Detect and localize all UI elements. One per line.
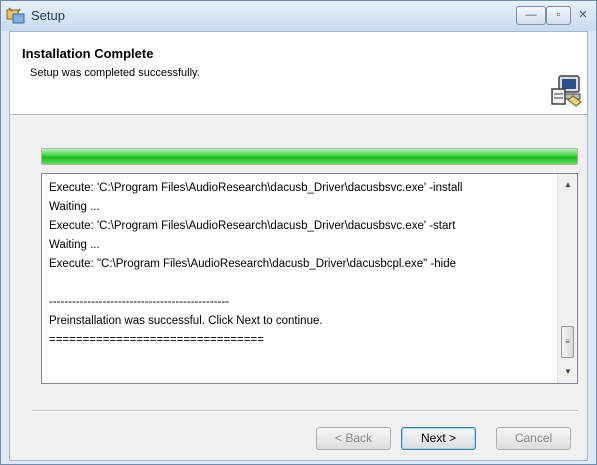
log-vertical-scrollbar[interactable]: ▲ ≡ ▼ xyxy=(557,174,577,383)
scroll-up-arrow-icon[interactable]: ▲ xyxy=(558,176,577,194)
scroll-thumb[interactable]: ≡ xyxy=(561,326,574,358)
progress-fill xyxy=(42,149,577,164)
cancel-button[interactable]: Cancel xyxy=(496,427,571,450)
install-log-list[interactable]: Execute: 'C:\Program Files\AudioResearch… xyxy=(41,173,578,384)
setup-window: Setup — ▫ ✕ Installation Complete Setup … xyxy=(0,0,597,465)
wizard-header: Installation Complete Setup was complete… xyxy=(10,32,587,115)
back-button[interactable]: < Back xyxy=(316,427,391,450)
page-subtitle: Setup was completed successfully. xyxy=(30,67,200,79)
log-line: Execute: 'C:\Program Files\AudioResearch… xyxy=(49,182,463,194)
button-area-divider xyxy=(32,410,578,412)
log-line: ================================ xyxy=(49,334,264,346)
install-progress-bar xyxy=(41,148,578,165)
log-line: Preinstallation was successful. Click Ne… xyxy=(49,315,323,327)
scroll-down-arrow-icon[interactable]: ▼ xyxy=(558,363,577,381)
maximize-button[interactable]: ▫ xyxy=(546,6,571,25)
log-line: Execute: 'C:\Program Files\AudioResearch… xyxy=(49,220,456,232)
minimize-button[interactable]: — xyxy=(516,6,546,25)
wizard-client-area: Installation Complete Setup was complete… xyxy=(9,31,588,461)
page-title: Installation Complete xyxy=(22,46,154,61)
next-button[interactable]: Next > xyxy=(401,427,476,450)
window-title: Setup xyxy=(31,8,65,23)
setup-app-icon xyxy=(6,7,25,24)
log-line: Waiting ... xyxy=(49,239,100,251)
close-button[interactable]: ✕ xyxy=(571,6,595,25)
log-line: ----------------------------------------… xyxy=(49,296,229,308)
log-line: Execute: "C:\Program Files\AudioResearch… xyxy=(49,258,457,270)
log-line: Waiting ... xyxy=(49,201,100,213)
installer-computer-icon xyxy=(551,75,582,107)
title-bar[interactable]: Setup — ▫ ✕ xyxy=(1,1,596,31)
log-lines: Execute: 'C:\Program Files\AudioResearch… xyxy=(49,179,554,350)
